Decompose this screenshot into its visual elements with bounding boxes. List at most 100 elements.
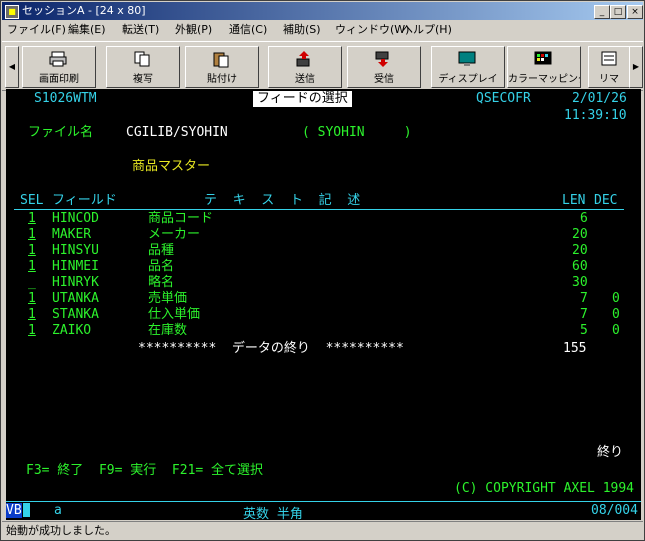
paste-icon <box>213 52 229 68</box>
field-len: 20 <box>572 227 588 242</box>
menu-bar: ファイル(F) 編集(E) 転送(T) 外観(P) 通信(C) 補助(S) ウィ… <box>2 21 643 39</box>
tool-label: リマ <box>599 74 619 85</box>
field-name: HINRYK <box>52 275 99 290</box>
field-len: 6 <box>580 211 588 226</box>
field-text: メーカー <box>148 227 201 242</box>
tool-label: 受信 <box>374 74 394 85</box>
header-text: テ キ ス ト 記 述 <box>204 193 361 208</box>
oia-mode: a <box>54 503 62 518</box>
field-text: 品種 <box>148 243 175 258</box>
program-id: S1026WTM <box>34 91 97 106</box>
terminal-icon[interactable]: ■ <box>5 5 19 19</box>
tool-label: 送信 <box>295 74 315 85</box>
field-dec: 0 <box>612 291 620 306</box>
toolbar-scroll-left-icon[interactable]: ◀ <box>5 46 19 88</box>
sel-input[interactable]: 1 <box>28 307 36 323</box>
status-text: 始動が成功しました。 <box>6 524 116 537</box>
user-id: QSECOFR <box>476 91 531 106</box>
terminal-screen[interactable]: S1026WTM フィードの選択 QSECOFR 2/01/26 11:39:1… <box>6 89 641 501</box>
field-name: MAKER <box>52 227 92 242</box>
print-icon <box>49 51 67 67</box>
header-separator <box>14 209 624 210</box>
tool-paste[interactable]: 貼付け <box>185 46 259 88</box>
tool-color-mapping[interactable]: カラーマッピング <box>507 46 581 88</box>
tool-receive[interactable]: 受信 <box>347 46 421 88</box>
maximize-button[interactable]: □ <box>610 5 626 19</box>
field-dec: 0 <box>612 307 620 322</box>
system-date: 2/01/26 <box>572 91 627 106</box>
menu-appearance[interactable]: 外観(P) <box>175 21 212 39</box>
field-name: UTANKA <box>52 291 99 306</box>
toolbar: ◀ 画面印刷 複写 貼付け 送信 受信 ディスプレイ カラーマッピング リマ ▶ <box>2 41 643 91</box>
copy-icon <box>134 51 150 67</box>
field-name: HINMEI <box>52 259 99 274</box>
tool-remap[interactable]: リマ <box>588 46 630 88</box>
input-mode: 英数 半角 <box>243 507 303 522</box>
header-sel: SEL <box>20 193 44 208</box>
field-len: 7 <box>580 307 588 322</box>
display-icon <box>458 51 476 66</box>
screen-title: フィードの選択 <box>253 91 352 107</box>
operator-info-area: VB a 英数 半角 08/004 <box>6 501 641 522</box>
color-mapping-icon <box>534 51 552 65</box>
terminal-window: ■ セッションA - [24 x 80] _ □ × ファイル(F) 編集(E)… <box>0 0 645 541</box>
function-keys: F3= 終了 F9= 実行 F21= 全て選択 <box>26 463 264 478</box>
tool-label: 貼付け <box>207 74 237 85</box>
sel-input[interactable]: 1 <box>28 243 36 259</box>
tool-display[interactable]: ディスプレイ <box>431 46 505 88</box>
window-title: セッションA - [24 x 80] <box>22 4 146 17</box>
field-len: 20 <box>572 243 588 258</box>
cursor-position: 08/004 <box>591 503 638 518</box>
file-member: ( SYOHIN ) <box>302 125 412 140</box>
field-text: 仕入単価 <box>148 307 201 322</box>
field-text: 売単価 <box>148 291 188 306</box>
tool-label: ディスプレイ <box>438 74 498 85</box>
vb-indicator: VB <box>6 503 22 518</box>
copyright: (C) COPYRIGHT AXEL 1994 <box>454 481 635 496</box>
sel-input[interactable]: 1 <box>28 211 36 227</box>
title-bar[interactable]: ■ セッションA - [24 x 80] _ □ × <box>2 2 643 20</box>
menu-file[interactable]: ファイル(F) <box>7 21 66 39</box>
menu-transfer[interactable]: 転送(T) <box>122 21 159 39</box>
field-name: STANKA <box>52 307 99 322</box>
header-field: フィールド <box>52 193 117 208</box>
status-bar: 始動が成功しました。 <box>2 521 643 540</box>
sel-input[interactable]: 1 <box>28 323 36 339</box>
minimize-button[interactable]: _ <box>594 5 610 19</box>
sel-input[interactable]: 1 <box>28 291 36 307</box>
field-name: HINCOD <box>52 211 99 226</box>
header-len: LEN <box>562 193 586 208</box>
tool-label: カラーマッピング <box>508 74 580 85</box>
field-len: 5 <box>580 323 588 338</box>
send-icon <box>296 51 310 67</box>
file-description: 商品マスター <box>132 159 211 174</box>
tool-label: 複写 <box>133 74 153 85</box>
header-dec: DEC <box>594 193 618 208</box>
tool-print-screen[interactable]: 画面印刷 <box>22 46 96 88</box>
field-text: 在庫数 <box>148 323 188 338</box>
sel-input[interactable]: _ <box>28 275 36 291</box>
menu-edit[interactable]: 編集(E) <box>68 21 106 39</box>
sel-input[interactable]: 1 <box>28 259 36 275</box>
tool-copy[interactable]: 複写 <box>106 46 180 88</box>
system-time: 11:39:10 <box>564 108 627 123</box>
field-name: HINSYU <box>52 243 99 258</box>
tool-send[interactable]: 送信 <box>268 46 342 88</box>
menu-assist[interactable]: 補助(S) <box>283 21 321 39</box>
field-len: 7 <box>580 291 588 306</box>
field-text: 品名 <box>148 259 175 274</box>
oia-cursor <box>23 503 30 517</box>
tool-label: 画面印刷 <box>39 74 79 85</box>
field-dec: 0 <box>612 323 620 338</box>
close-button[interactable]: × <box>627 5 643 19</box>
menu-window[interactable]: ウィンドウ(W) <box>335 21 409 39</box>
total-length: 155 <box>563 341 587 356</box>
remap-icon <box>601 51 617 66</box>
sel-input[interactable]: 1 <box>28 227 36 243</box>
field-name: ZAIKO <box>52 323 92 338</box>
receive-icon <box>375 51 389 67</box>
menu-communication[interactable]: 通信(C) <box>229 21 267 39</box>
menu-help[interactable]: ヘルプ(H) <box>402 21 452 39</box>
file-value: CGILIB/SYOHIN <box>126 125 228 140</box>
toolbar-scroll-right-icon[interactable]: ▶ <box>629 46 643 88</box>
